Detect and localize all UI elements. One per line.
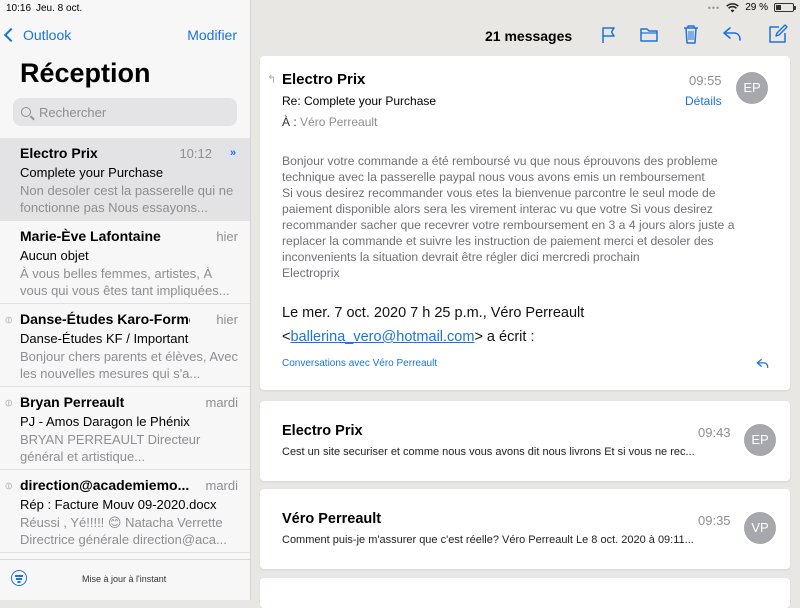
forward-icon: »: [226, 146, 240, 160]
update-status: Mise à jour à l'instant: [82, 574, 167, 584]
message-card[interactable]: ↰ Electro Prix 09:55 EP Re: Complete you…: [260, 56, 790, 390]
page-title: Réception: [20, 58, 151, 88]
avatar: EP: [744, 424, 776, 456]
recipient-name: Véro Perreault: [300, 115, 378, 129]
back-button[interactable]: Outlook: [3, 27, 72, 43]
list-item[interactable]: ⊘ Danse-Études Karo-Forme hier Danse-Étu…: [0, 304, 250, 387]
battery-icon: [774, 3, 796, 12]
quote-line: Le mer. 7 oct. 2020 7 h 25 p.m., Véro Pe…: [282, 305, 585, 321]
reply-icon[interactable]: [756, 358, 769, 369]
message-card[interactable]: Véro Perreault 09:35 VP Comment puis-je …: [260, 489, 790, 569]
compose-icon[interactable]: [768, 24, 788, 44]
status-bar: 10:16 Jeu. 8 oct. ••• 29 %: [0, 0, 800, 16]
list-item-preview: Non desoler cest la passerelle qui ne fo…: [20, 183, 234, 215]
body-line: technique avec la passerelle paypal nous…: [282, 170, 705, 184]
list-item-sender: Bryan Perreault: [20, 394, 125, 410]
body-line: replacer la commande et suivre les instr…: [282, 234, 714, 248]
wifi-icon: [726, 2, 740, 12]
status-date: Jeu. 8 oct.: [36, 3, 83, 14]
list-item-time: mardi: [205, 395, 238, 410]
details-link[interactable]: Détails: [685, 94, 722, 108]
list-item-subject: Complete your Purchase: [20, 165, 164, 180]
list-item-subject: Danse-Études KF / Important: [20, 331, 189, 346]
replied-icon: ↰: [267, 74, 277, 86]
message-sender: Electro Prix: [282, 423, 363, 439]
list-item-sender: Danse-Études Karo-Forme: [20, 311, 190, 327]
body-line: paiement disponible alors sera les virem…: [282, 202, 713, 216]
message-subject: Re: Complete your Purchase: [282, 94, 437, 108]
back-label: Outlook: [23, 27, 72, 43]
chevron-left-icon: [3, 27, 19, 43]
conversations-link[interactable]: Conversations avec Véro Perreault: [282, 358, 437, 369]
status-time: 10:16: [6, 3, 32, 14]
list-item-subject: Aucun objet: [20, 248, 89, 263]
mailbox-sidebar: Outlook Modifier Réception Rechercher El…: [0, 0, 251, 600]
list-item-subject: PJ - Amos Daragon le Phénix: [20, 414, 190, 429]
message-time: 09:35: [698, 513, 731, 528]
battery-level: [776, 5, 781, 10]
list-item-preview: BRYAN PERREAULT Directeur général et art…: [20, 432, 201, 464]
multitask-dots-icon: •••: [707, 2, 721, 13]
search-icon: [21, 107, 31, 117]
list-item-time: 10:12: [179, 146, 212, 161]
body-line: Electroprix: [282, 266, 340, 280]
to-label: À :: [282, 115, 297, 129]
list-item-time: hier: [216, 229, 238, 244]
quote-close: > a écrit :: [474, 329, 535, 345]
battery-percent: 29 %: [745, 2, 768, 13]
message-sender: Véro Perreault: [282, 511, 382, 527]
search-placeholder: Rechercher: [39, 104, 107, 120]
message-preview: Cest un site securiser et comme nous vou…: [282, 446, 695, 458]
status-right: ••• 29 %: [707, 2, 796, 13]
paperclip-icon: ⊘: [2, 479, 17, 494]
mail-list: Electro Prix 10:12 » Complete your Purch…: [0, 138, 250, 553]
list-item-preview: À vous belles femmes, artistes, À vous q…: [20, 266, 230, 298]
paperclip-icon: ⊘: [2, 396, 17, 411]
list-item-sender: Marie-Ève Lafontaine: [20, 228, 161, 244]
message-preview: Comment puis-je m'assurer que c'est réel…: [282, 534, 694, 546]
body-line: Bonjour votre commande a été remboursé v…: [282, 154, 718, 168]
edit-button[interactable]: Modifier: [187, 27, 237, 43]
sidebar-footer: Mise à jour à l'instant: [0, 559, 250, 600]
message-card[interactable]: Electro Prix 09:43 EP Cest un site secur…: [260, 401, 790, 481]
message-body: Bonjour votre commande a été remboursé v…: [282, 153, 762, 281]
list-item[interactable]: ⊘ direction@academiemo... mardi Rép : Fa…: [0, 470, 250, 553]
body-line: inconvenients la situation devrait être …: [282, 250, 640, 264]
filter-icon[interactable]: [11, 570, 27, 586]
list-item[interactable]: ⊘ Bryan Perreault mardi PJ - Amos Darago…: [0, 387, 250, 470]
message-time: 09:43: [698, 425, 731, 440]
folder-icon[interactable]: [640, 26, 658, 42]
message-count: 21 messages: [485, 28, 573, 44]
message-card[interactable]: [260, 578, 790, 608]
list-item[interactable]: Marie-Ève Lafontaine hier Aucun objet À …: [0, 221, 250, 304]
list-item-time: mardi: [205, 478, 238, 493]
list-item-sender: direction@academiemo...: [20, 477, 190, 493]
list-item[interactable]: Electro Prix 10:12 » Complete your Purch…: [0, 138, 250, 221]
message-sender: Electro Prix: [282, 71, 366, 88]
body-line: Si vous desirez recommander vous etes la…: [282, 186, 716, 200]
list-item-subject: Rép : Facture Mouv 09-2020.docx: [20, 497, 217, 512]
message-toolbar: 21 messages: [251, 16, 800, 54]
list-item-preview: Bonjour chers parents et élèves, Avec le…: [20, 349, 238, 381]
quote-line: <ballerina_vero@hotmail.com> a écrit :: [282, 325, 584, 349]
message-time: 09:55: [689, 73, 722, 88]
reply-icon[interactable]: [722, 26, 742, 42]
flag-icon[interactable]: [601, 26, 617, 44]
quote-header: Le mer. 7 oct. 2020 7 h 25 p.m., Véro Pe…: [282, 301, 584, 349]
list-item-preview: Réussi , Yé!!!!! 😊 Natacha Verrette Dire…: [20, 515, 227, 547]
search-input[interactable]: Rechercher: [13, 98, 237, 126]
list-item-sender: Electro Prix: [20, 145, 98, 161]
message-recipient: À : Véro Perreault: [282, 115, 377, 129]
avatar: EP: [736, 72, 768, 104]
email-link[interactable]: ballerina_vero@hotmail.com: [290, 329, 474, 345]
list-item-time: hier: [216, 312, 238, 327]
body-line: recommander sacher que recevrer votre re…: [282, 218, 735, 232]
avatar: VP: [744, 512, 776, 544]
paperclip-icon: ⊘: [2, 313, 17, 328]
trash-icon[interactable]: [683, 24, 699, 44]
